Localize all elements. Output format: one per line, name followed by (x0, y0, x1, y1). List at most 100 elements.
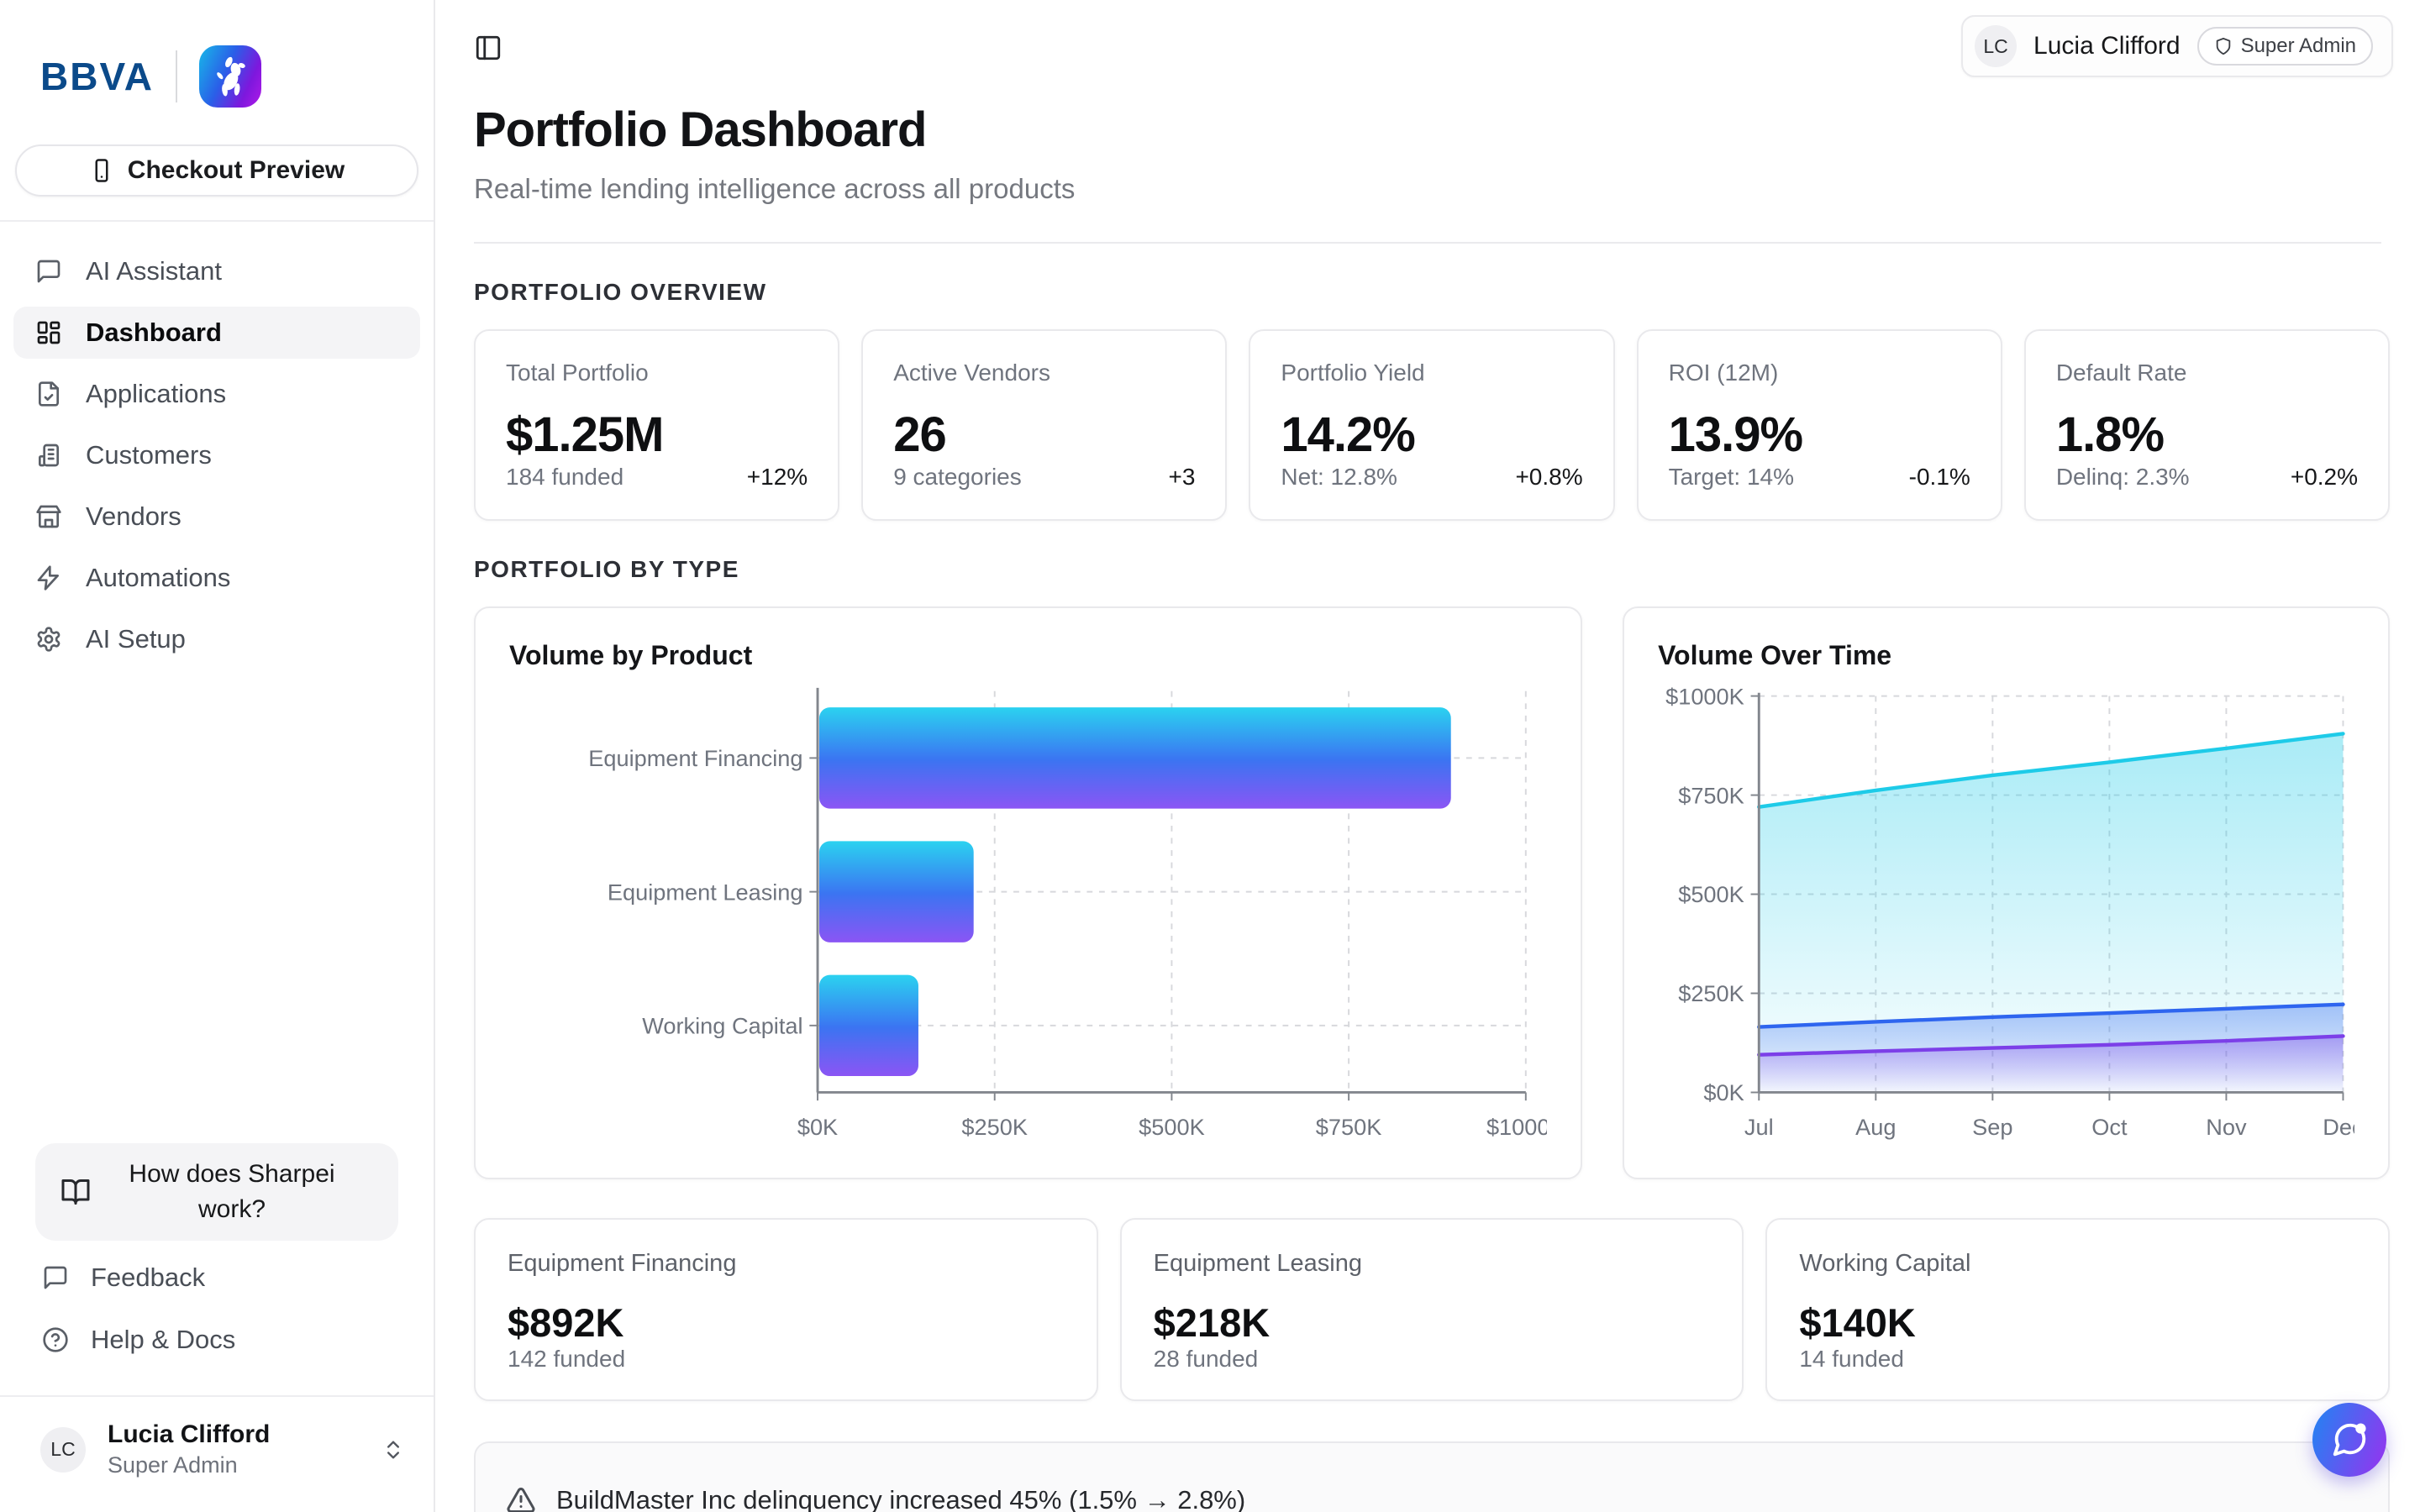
alert-triangle-icon (506, 1485, 536, 1512)
svg-text:$1000K: $1000K (1486, 1114, 1547, 1140)
sidebar-item-label: Vendors (86, 501, 182, 532)
sidebar-item-ai-setup[interactable]: AI Setup (13, 613, 420, 665)
sidebar-item-label: AI Setup (86, 624, 186, 654)
sharpei-logo-icon (199, 45, 261, 108)
product-label: Equipment Leasing (1154, 1250, 1711, 1278)
volume-over-time-chart: $0K$250K$500K$750K$1000KJulAugSepOctNovD… (1658, 685, 2354, 1162)
kpi-sub: 184 funded (506, 464, 623, 491)
product-card-working-capital: Working Capital $140K 14 funded (1765, 1218, 2390, 1401)
sidebar-item-label: Automations (86, 563, 230, 593)
sidebar-item-help-docs[interactable]: Help & Docs (13, 1315, 420, 1365)
svg-text:Oct: Oct (2091, 1114, 2128, 1140)
smartphone-icon (89, 158, 114, 183)
kpi-change: +0.2% (2291, 464, 2358, 491)
help-circle-icon (42, 1326, 69, 1353)
svg-text:$500K: $500K (1139, 1114, 1205, 1140)
brand-logo-row: BBVA (0, 0, 434, 108)
panel-left-icon (474, 34, 502, 62)
chat-bubble-icon (35, 258, 62, 285)
sidebar-user-menu[interactable]: LC Lucia Clifford Super Admin (0, 1395, 434, 1512)
svg-text:$0K: $0K (1704, 1079, 1744, 1105)
role-badge-label: Super Admin (2241, 34, 2356, 58)
product-label: Equipment Financing (508, 1250, 1065, 1278)
volume-by-product-chart: $0K$250K$500K$750K$1000KEquipment Financ… (509, 685, 1547, 1162)
balloon-dog-icon (208, 55, 252, 98)
sidebar-item-feedback[interactable]: Feedback (13, 1252, 420, 1303)
kpi-label: Default Rate (2056, 360, 2358, 386)
user-role: Super Admin (108, 1452, 270, 1478)
kpi-label: Active Vendors (893, 360, 1195, 386)
kpi-card-total-portfolio: Total Portfolio $1.25M 184 funded+12% (474, 329, 839, 521)
kpi-value: 1.8% (2056, 407, 2358, 463)
sidebar-item-customers[interactable]: Customers (13, 429, 420, 481)
svg-text:Working Capital: Working Capital (642, 1013, 802, 1039)
chat-bubble-icon (42, 1264, 69, 1291)
kpi-value: $1.25M (506, 407, 808, 463)
product-value: $140K (1799, 1299, 2356, 1346)
book-open-icon (60, 1177, 91, 1207)
svg-text:$250K: $250K (1678, 980, 1744, 1006)
kpi-card-default-rate: Default Rate 1.8% Delinq: 2.3% +0.2% (2024, 329, 2390, 521)
kpi-change: -0.1% (1909, 464, 1970, 491)
kpi-change: +12% (747, 464, 808, 491)
product-label: Working Capital (1799, 1250, 2356, 1278)
main-area: LC Lucia Clifford Super Admin Portfolio … (435, 0, 2420, 1512)
chevrons-up-down-icon (381, 1438, 405, 1462)
building-icon (35, 442, 62, 469)
sidebar-toggle-button[interactable] (474, 34, 502, 62)
svg-text:Sep: Sep (1972, 1114, 2012, 1140)
sidebar-item-vendors[interactable]: Vendors (13, 491, 420, 543)
role-badge: Super Admin (2197, 27, 2373, 66)
kpi-value: 13.9% (1669, 407, 1970, 463)
delinquency-alert[interactable]: BuildMaster Inc delinquency increased 45… (474, 1441, 2390, 1512)
svg-text:Aug: Aug (1855, 1114, 1896, 1140)
kpi-sub: Delinq: 2.3% (2056, 464, 2190, 491)
svg-text:$750K: $750K (1678, 782, 1744, 808)
zap-icon (35, 564, 62, 591)
sidebar-bottom: How does Sharpei work? Feedback Help & D… (0, 1143, 434, 1365)
avatar: LC (40, 1427, 86, 1473)
product-sub: 14 funded (1799, 1346, 2356, 1373)
svg-text:Nov: Nov (2206, 1114, 2247, 1140)
bbva-logo: BBVA (40, 54, 154, 99)
product-sub: 28 funded (1154, 1346, 1711, 1373)
how-sharpei-works-label: How does Sharpei work? (91, 1157, 373, 1227)
sidebar-item-label: Applications (86, 379, 226, 409)
chat-fab-button[interactable] (2312, 1403, 2386, 1477)
svg-text:Equipment Leasing: Equipment Leasing (608, 879, 803, 905)
svg-text:$750K: $750K (1316, 1114, 1382, 1140)
file-check-icon (35, 381, 62, 407)
sidebar-item-label: AI Assistant (86, 256, 222, 286)
product-summary-row: Equipment Financing $892K 142 funded Equ… (474, 1218, 2390, 1401)
store-icon (35, 503, 62, 530)
kpi-change: +0.8% (1515, 464, 1582, 491)
sidebar-item-dashboard[interactable]: Dashboard (13, 307, 420, 359)
page-title: Portfolio Dashboard (474, 102, 2381, 158)
kpi-sub: 9 categories (893, 464, 1022, 491)
kpi-card-active-vendors: Active Vendors 26 9 categories+3 (861, 329, 1227, 521)
kpi-label: Portfolio Yield (1281, 360, 1582, 386)
sidebar-item-label: Dashboard (86, 318, 222, 348)
chart-title: Volume Over Time (1658, 640, 2354, 671)
product-value: $218K (1154, 1299, 1711, 1346)
svg-text:$1000K: $1000K (1665, 685, 1744, 709)
section-portfolio-by-type: PORTFOLIO BY TYPE (474, 556, 2390, 583)
checkout-preview-button[interactable]: Checkout Preview (15, 144, 418, 197)
checkout-preview-label: Checkout Preview (128, 156, 345, 185)
gear-icon (35, 626, 62, 653)
kpi-value: 14.2% (1281, 407, 1582, 463)
how-sharpei-works-card[interactable]: How does Sharpei work? (35, 1143, 398, 1241)
kpi-card-portfolio-yield: Portfolio Yield 14.2% Net: 12.8%+0.8% (1249, 329, 1614, 521)
topbar-user-menu[interactable]: LC Lucia Clifford Super Admin (1961, 15, 2393, 77)
sidebar-item-ai-assistant[interactable]: AI Assistant (13, 245, 420, 297)
sidebar-item-automations[interactable]: Automations (13, 552, 420, 604)
svg-text:Equipment Financing: Equipment Financing (588, 745, 802, 771)
sidebar-item-applications[interactable]: Applications (13, 368, 420, 420)
kpi-change: +3 (1168, 464, 1195, 491)
kpi-sub: Target: 14% (1669, 464, 1794, 491)
chart-title: Volume by Product (509, 640, 1547, 671)
svg-text:$0K: $0K (797, 1114, 838, 1140)
feedback-label: Feedback (91, 1263, 205, 1293)
page-header: Portfolio Dashboard Real-time lending in… (435, 66, 2420, 244)
sidebar: BBVA Checkout Preview AI Assistant (0, 0, 435, 1512)
